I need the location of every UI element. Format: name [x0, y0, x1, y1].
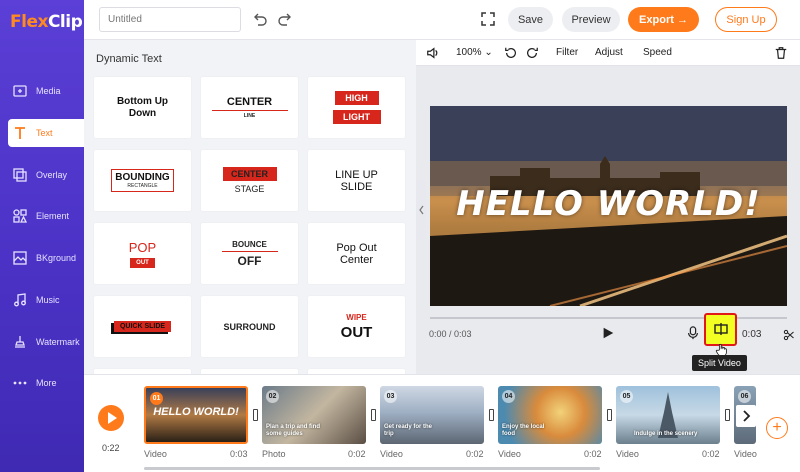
sidebar-item-label: Overlay	[36, 170, 68, 180]
sidebar-item-label: Element	[36, 211, 70, 221]
sidebar-item-element[interactable]: Element	[8, 202, 84, 230]
scissors-icon[interactable]	[783, 328, 795, 346]
sidebar-item-music[interactable]: Music	[8, 286, 84, 314]
sidebar-item-label: BKground	[36, 253, 77, 263]
text-template-line-up-slide[interactable]: LINE UP SLIDE	[308, 150, 405, 211]
element-icon	[12, 208, 28, 224]
canvas-title-text[interactable]: HELLO WORLD!	[430, 184, 787, 224]
microphone-icon[interactable]	[686, 325, 700, 346]
split-video-tooltip: Split Video	[692, 355, 747, 371]
sidebar: FlexClip Media Text Overlay Element BKgr…	[0, 0, 84, 472]
text-template-bounding-rectangle[interactable]: BOUNDING RECTANGLE	[94, 150, 191, 211]
current-time: 0:00 / 0:03	[429, 329, 472, 339]
text-template-wipe-out[interactable]: WIPE OUT	[308, 296, 405, 357]
clip-type: Video	[380, 449, 403, 459]
sidebar-item-label: Watermark	[36, 337, 80, 347]
sidebar-item-background[interactable]: BKground	[8, 244, 84, 272]
media-icon	[12, 83, 28, 99]
preview-toolbar: 100% ⌄ Filter Adjust Speed	[416, 40, 800, 66]
timeline-clip-03[interactable]: 03 Get ready for the trip	[380, 386, 484, 444]
text-template-bounce-off[interactable]: BOUNCE OFF	[201, 223, 298, 284]
more-icon	[12, 375, 28, 391]
sidebar-item-label: Media	[36, 86, 61, 96]
volume-icon[interactable]	[426, 46, 440, 63]
text-template-quick-slide[interactable]: QUICK SLIDE	[94, 296, 191, 357]
text-template-center-stage[interactable]: CENTER STAGE	[201, 150, 298, 211]
watermark-icon	[12, 334, 28, 350]
adjust-button[interactable]: Adjust	[595, 47, 623, 58]
sidebar-item-watermark[interactable]: Watermark	[8, 328, 84, 356]
video-canvas[interactable]: HELLO WORLD!	[430, 106, 787, 306]
text-template-highlight[interactable]: HIGH LIGHT	[308, 77, 405, 138]
split-icon	[714, 323, 728, 335]
sidebar-item-more[interactable]: More	[8, 369, 84, 397]
text-icon	[12, 125, 28, 141]
sidebar-item-label: Text	[36, 128, 53, 138]
chevron-right-icon	[743, 410, 751, 422]
preview-button[interactable]: Preview	[562, 7, 620, 32]
sidebar-item-overlay[interactable]: Overlay	[8, 161, 84, 189]
background-icon	[12, 250, 28, 266]
sidebar-item-text[interactable]: Text	[8, 119, 84, 147]
clip-type: Video	[734, 449, 757, 459]
save-button[interactable]: Save	[508, 7, 553, 32]
timeline-play-button[interactable]	[98, 405, 124, 431]
speed-button[interactable]: Speed	[643, 47, 672, 58]
rotate-right-icon[interactable]	[525, 46, 539, 63]
music-icon	[12, 292, 28, 308]
text-panel: Dynamic Text Bottom Up Down CENTER LINE …	[84, 40, 416, 374]
fullscreen-icon[interactable]	[480, 11, 496, 27]
project-title-input[interactable]	[99, 7, 241, 32]
add-clip-button[interactable]: +	[766, 417, 788, 439]
timeline-scrollbar[interactable]	[144, 467, 600, 470]
timeline: 0:22 01 HELLO WORLD! Video 0:03 02 Plan …	[84, 374, 800, 472]
sidebar-item-media[interactable]: Media	[8, 77, 84, 105]
timeline-clip-01[interactable]: 01 HELLO WORLD!	[144, 386, 248, 444]
timeline-clip-05[interactable]: 05 Indulge in the scenery	[616, 386, 720, 444]
transition-marker[interactable]	[489, 409, 494, 421]
redo-icon[interactable]	[277, 11, 293, 27]
transition-marker[interactable]	[725, 409, 730, 421]
overlay-icon	[12, 167, 28, 183]
export-button[interactable]: Export →	[628, 7, 699, 32]
play-icon	[108, 412, 117, 424]
text-template-center-line[interactable]: CENTER LINE	[201, 77, 298, 138]
clip-duration: 0:03	[230, 449, 248, 459]
total-duration: 0:22	[102, 443, 120, 453]
signup-button[interactable]: Sign Up	[715, 7, 777, 32]
panel-collapse-handle[interactable]	[416, 180, 426, 240]
top-toolbar: Save Preview Export → Sign Up	[84, 0, 800, 40]
transition-marker[interactable]	[371, 409, 376, 421]
rotate-left-icon[interactable]	[504, 46, 518, 63]
sidebar-item-label: Music	[36, 295, 60, 305]
text-template-pop-out[interactable]: POP OUT	[94, 223, 191, 284]
transition-marker[interactable]	[253, 409, 258, 421]
transition-marker[interactable]	[607, 409, 612, 421]
preview-area: 100% ⌄ Filter Adjust Speed HELLO WORLD! …	[416, 40, 800, 374]
text-template-pop-out-center[interactable]: Pop Out Center	[308, 223, 405, 284]
clip-duration: 0:02	[348, 449, 366, 459]
timeline-clip-02[interactable]: 02 Plan a trip and find some guides	[262, 386, 366, 444]
zoom-level[interactable]: 100% ⌄	[456, 47, 493, 58]
undo-icon[interactable]	[252, 11, 268, 27]
trash-icon[interactable]	[774, 46, 788, 63]
end-time: 0:03	[742, 329, 762, 340]
play-icon[interactable]	[601, 326, 615, 345]
clip-type: Video	[144, 449, 167, 459]
clip-duration: 0:02	[466, 449, 484, 459]
sidebar-item-label: More	[36, 378, 57, 388]
filter-button[interactable]: Filter	[556, 47, 578, 58]
clip-duration: 0:02	[584, 449, 602, 459]
text-template-bottom-up-down[interactable]: Bottom Up Down	[94, 77, 191, 138]
clip-type: Video	[498, 449, 521, 459]
text-template-surround[interactable]: SURROUND	[201, 296, 298, 357]
clip-type: Photo	[262, 449, 286, 459]
panel-title: Dynamic Text	[96, 53, 162, 65]
clip-duration: 0:02	[702, 449, 720, 459]
flexclip-logo[interactable]: FlexClip	[10, 10, 83, 34]
timeline-clip-04[interactable]: 04 Enjoy the local food	[498, 386, 602, 444]
clip-type: Video	[616, 449, 639, 459]
timeline-scroll-right[interactable]	[736, 405, 756, 427]
